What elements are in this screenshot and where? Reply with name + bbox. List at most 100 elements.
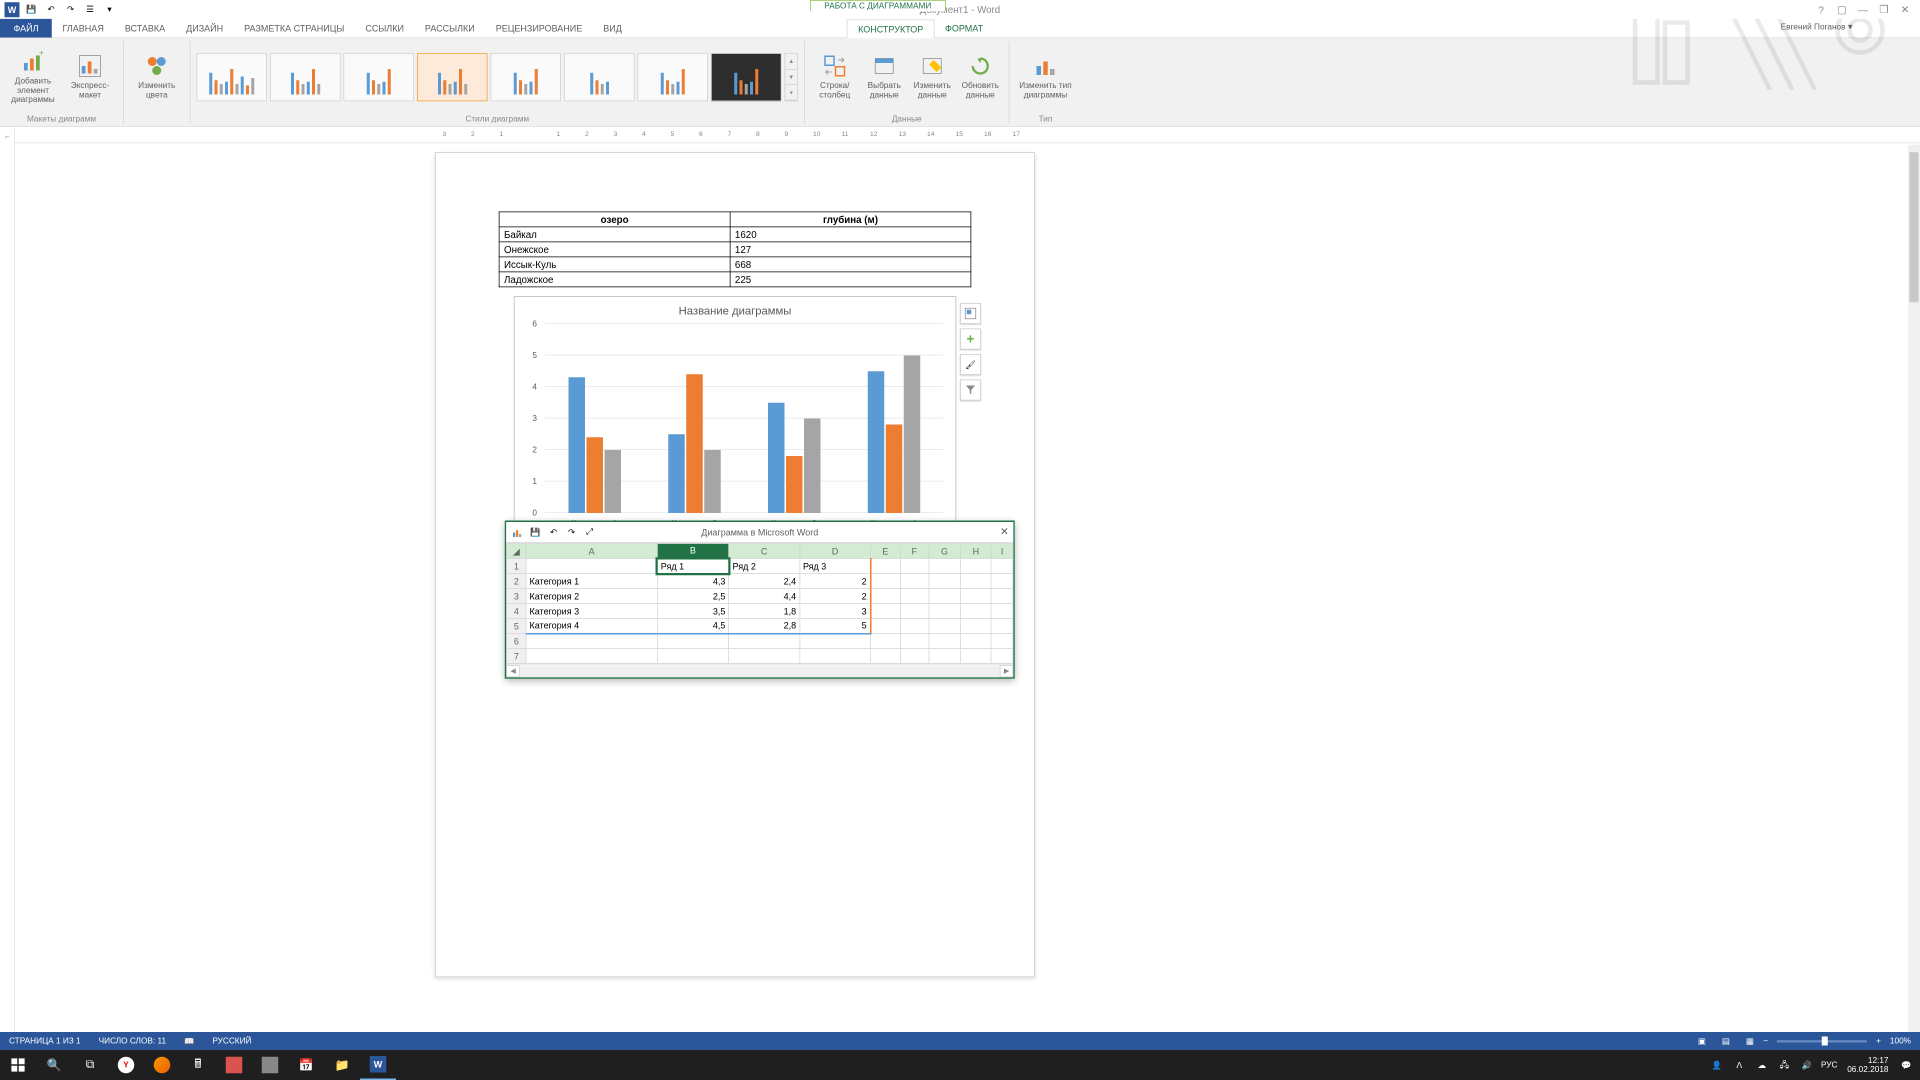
zoom-level[interactable]: 100% (1890, 1037, 1911, 1046)
chart-style-3[interactable] (344, 53, 415, 101)
word-app-icon[interactable]: W (5, 2, 20, 17)
start-button[interactable] (0, 1050, 36, 1080)
col-header[interactable]: B (657, 543, 729, 558)
zoom-in-icon[interactable]: + (1876, 1037, 1881, 1046)
close-icon[interactable]: ✕ (1896, 2, 1914, 17)
gallery-scroll-down-icon[interactable]: ▼ (785, 70, 797, 86)
tab-review[interactable]: РЕЦЕНЗИРОВАНИЕ (485, 19, 593, 38)
search-icon[interactable]: 🔍 (36, 1050, 72, 1080)
chart-style-5[interactable] (491, 53, 562, 101)
input-language[interactable]: РУС (1819, 1050, 1840, 1080)
network-icon[interactable]: 🖧 (1774, 1050, 1795, 1080)
ribbon-display-icon[interactable]: ▢ (1833, 2, 1851, 17)
tab-file[interactable]: ФАЙЛ (0, 19, 52, 38)
zoom-slider[interactable] (1777, 1040, 1867, 1042)
data-undo-icon[interactable]: ↶ (547, 525, 561, 539)
gallery-scroll-up-icon[interactable]: ▲ (785, 54, 797, 70)
layout-options-icon[interactable] (960, 303, 981, 324)
scroll-left-icon[interactable]: ◀ (506, 665, 520, 677)
refresh-data-button[interactable]: Обновить данные (958, 46, 1003, 109)
bar[interactable] (903, 356, 920, 514)
bar[interactable] (686, 374, 703, 513)
status-word-count[interactable]: ЧИСЛО СЛОВ: 11 (90, 1037, 175, 1046)
col-header[interactable]: H (961, 543, 992, 558)
calendar-icon[interactable]: 📅 (288, 1050, 324, 1080)
calculator-icon[interactable]: 🖩 (180, 1050, 216, 1080)
print-layout-icon[interactable]: ▤ (1715, 1034, 1736, 1049)
bar[interactable] (804, 419, 821, 514)
taskbar-clock[interactable]: 12:17 06.02.2018 (1841, 1056, 1894, 1074)
help-icon[interactable]: ? (1812, 2, 1830, 17)
data-redo-icon[interactable]: ↷ (565, 525, 579, 539)
data-editor-close-icon[interactable]: ✕ (1000, 525, 1009, 538)
chart-style-4[interactable] (417, 53, 488, 101)
tab-page-layout[interactable]: РАЗМЕТКА СТРАНИЦЫ (234, 19, 355, 38)
chart-plot-area[interactable] (545, 324, 944, 513)
bar[interactable] (768, 403, 785, 513)
col-header[interactable]: I (991, 543, 1013, 558)
col-header[interactable]: G (929, 543, 961, 558)
col-header[interactable]: F (900, 543, 928, 558)
vertical-ruler[interactable] (0, 145, 15, 1037)
undo-icon[interactable]: ↶ (44, 2, 59, 17)
web-layout-icon[interactable]: ▦ (1739, 1034, 1760, 1049)
switch-row-column-button[interactable]: Строка/столбец (811, 46, 859, 109)
bar[interactable] (668, 434, 685, 513)
bar[interactable] (586, 437, 603, 513)
scroll-right-icon[interactable]: ▶ (1000, 665, 1014, 677)
task-view-icon[interactable]: ⧉ (72, 1050, 108, 1080)
firefox-icon[interactable] (144, 1050, 180, 1080)
redo-icon[interactable]: ↷ (63, 2, 78, 17)
tab-format[interactable]: ФОРМАТ (935, 19, 994, 38)
people-icon[interactable]: 👤 (1706, 1050, 1727, 1080)
col-header[interactable]: C (729, 543, 800, 558)
onedrive-icon[interactable]: ☁ (1751, 1050, 1772, 1080)
chart-object[interactable]: Название диаграммы 01 23 45 6 Категория … (514, 296, 957, 556)
tab-home[interactable]: ГЛАВНАЯ (52, 19, 114, 38)
status-language[interactable]: РУССКИЙ (203, 1037, 260, 1046)
horizontal-ruler[interactable]: 321 123 456 789 101112 131415 1617 (15, 127, 1920, 144)
chart-style-1[interactable] (197, 53, 268, 101)
chart-style-7[interactable] (638, 53, 709, 101)
qat-dropdown-icon[interactable]: ▾ (102, 2, 117, 17)
read-mode-icon[interactable]: ▣ (1691, 1034, 1712, 1049)
document-page[interactable]: озероглубина (м) Байкал1620 Онежское127 … (435, 152, 1035, 977)
app-icon-1[interactable] (216, 1050, 252, 1080)
chart-data-editor[interactable]: 💾 ↶ ↷ ⤢ Диаграмма в Microsoft Word ✕ ◢ A… (505, 521, 1015, 679)
chart-elements-icon[interactable]: + (960, 329, 981, 350)
add-chart-element-button[interactable]: + Добавить элемент диаграммы (6, 46, 60, 109)
minimize-icon[interactable]: — (1854, 2, 1872, 17)
tab-insert[interactable]: ВСТАВКА (114, 19, 175, 38)
tab-mailings[interactable]: РАССЫЛКИ (414, 19, 485, 38)
excel-chart-icon[interactable] (511, 525, 525, 539)
tab-view[interactable]: ВИД (593, 19, 633, 38)
chart-style-2[interactable] (270, 53, 341, 101)
quick-layout-button[interactable]: Экспресс-макет (63, 46, 117, 109)
vertical-scrollbar[interactable] (1908, 145, 1920, 1037)
restore-icon[interactable]: ❐ (1875, 2, 1893, 17)
word-taskbar-icon[interactable]: W (360, 1050, 396, 1080)
lakes-table[interactable]: озероглубина (м) Байкал1620 Онежское127 … (499, 212, 972, 288)
chart-title[interactable]: Название диаграммы (515, 297, 956, 322)
app-icon-2[interactable] (252, 1050, 288, 1080)
bar[interactable] (704, 450, 721, 513)
change-colors-button[interactable]: Изменить цвета (130, 46, 184, 109)
chart-style-8[interactable] (711, 53, 782, 101)
data-grid[interactable]: ◢ A B C D E F G H I 1 Ряд 1 Ряд 2 Ряд 3 (506, 543, 1013, 664)
col-header[interactable]: A (526, 543, 657, 558)
touch-mode-icon[interactable]: ☰ (83, 2, 98, 17)
status-proofing-icon[interactable]: 📖 (175, 1036, 203, 1046)
select-all-cell[interactable]: ◢ (507, 543, 527, 558)
action-center-icon[interactable]: 💬 (1896, 1050, 1917, 1080)
chart-style-6[interactable] (564, 53, 635, 101)
data-save-icon[interactable]: 💾 (529, 525, 543, 539)
tray-expand-icon[interactable]: ᐱ (1729, 1050, 1750, 1080)
chart-filters-icon[interactable] (960, 380, 981, 401)
save-icon[interactable]: 💾 (24, 2, 39, 17)
bar[interactable] (604, 450, 621, 513)
file-explorer-icon[interactable]: 📁 (324, 1050, 360, 1080)
col-header[interactable]: E (870, 543, 900, 558)
data-expand-icon[interactable]: ⤢ (583, 525, 597, 539)
bar[interactable] (867, 371, 884, 513)
change-chart-type-button[interactable]: Изменить тип диаграммы (1016, 46, 1076, 109)
